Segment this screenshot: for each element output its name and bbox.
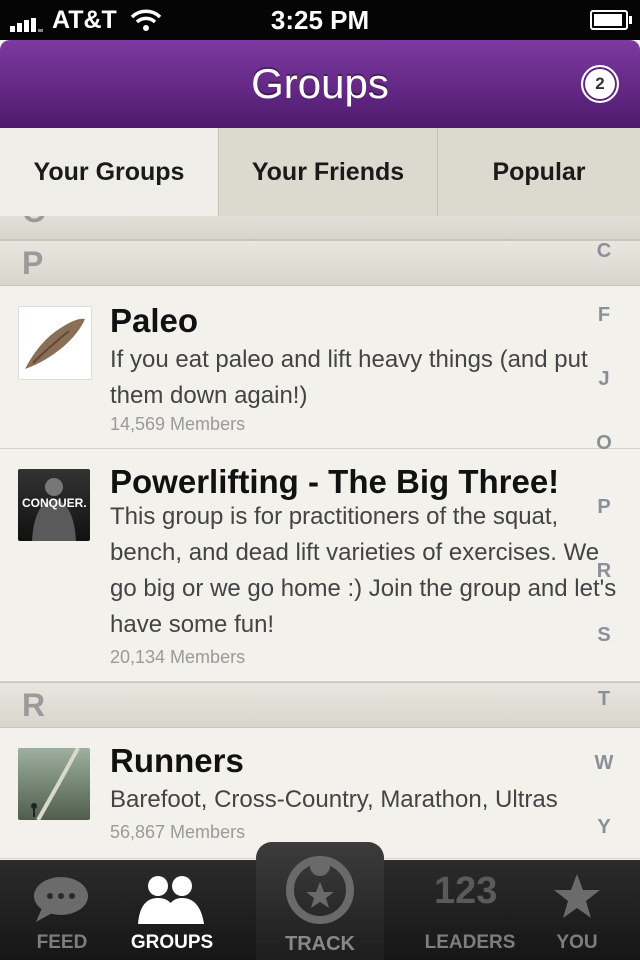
- thumbnail-caption: CONQUER.: [22, 496, 87, 510]
- index-letter[interactable]: C: [584, 240, 624, 263]
- leaderboard-icon: 123: [434, 870, 498, 912]
- index-letter[interactable]: Y: [584, 816, 624, 839]
- group-name: Runners: [110, 742, 244, 779]
- section-letter: P: [22, 245, 44, 281]
- member-count: 20,134 Members: [110, 647, 246, 667]
- section-header-p: P: [0, 240, 640, 286]
- clock-label: 3:25 PM: [270, 5, 370, 35]
- section-index[interactable]: C F J O P R S T W Y: [584, 216, 624, 860]
- tab-you[interactable]: YOU: [540, 860, 614, 960]
- track-icon: [282, 852, 358, 933]
- status-bar: AT&T 3:25 PM: [0, 0, 640, 40]
- index-letter[interactable]: W: [584, 752, 624, 775]
- navigation-bar: Groups 2: [0, 40, 640, 128]
- tab-groups[interactable]: GROUPS: [122, 860, 222, 960]
- index-letter[interactable]: P: [584, 496, 624, 519]
- group-description: Barefoot, Cross-Country, Marathon, Ultra…: [110, 786, 558, 813]
- member-count: 56,867 Members: [110, 822, 246, 842]
- tab-track-label: TRACK: [285, 933, 355, 955]
- group-description: If you eat paleo and lift heavy things (…: [110, 346, 588, 409]
- index-letter[interactable]: F: [584, 304, 624, 327]
- track-button[interactable]: TRACK: [256, 842, 384, 960]
- section-header-r: R: [0, 682, 640, 728]
- group-description: This group is for practitioners of the s…: [110, 503, 617, 638]
- people-icon: [134, 874, 208, 929]
- group-thumbnail: CONQUER.: [18, 469, 90, 541]
- index-letter[interactable]: T: [584, 688, 624, 711]
- tab-feed[interactable]: FEED: [20, 860, 104, 960]
- battery-icon: [590, 10, 632, 30]
- tab-popular[interactable]: Popular: [438, 128, 640, 216]
- index-letter[interactable]: J: [584, 368, 624, 391]
- section-letter: R: [22, 687, 46, 723]
- section-letter: O: [22, 216, 47, 230]
- list-item[interactable]: Runners Barefoot, Cross-Country, Maratho…: [0, 728, 640, 859]
- chat-bubble-icon: [32, 876, 90, 929]
- group-name: Powerlifting - The Big Three!: [110, 463, 560, 500]
- group-thumbnail: [18, 306, 92, 380]
- list-item[interactable]: Paleo If you eat paleo and lift heavy th…: [0, 286, 640, 449]
- group-tabs: Your Groups Your Friends Popular: [0, 128, 640, 217]
- index-letter[interactable]: O: [584, 432, 624, 455]
- tab-you-label: YOU: [556, 932, 598, 953]
- groups-list[interactable]: O P Paleo If you eat paleo and lift heav…: [0, 216, 640, 860]
- group-thumbnail: [18, 748, 90, 820]
- page-title: Groups: [251, 60, 389, 107]
- tab-your-groups[interactable]: Your Groups: [0, 128, 219, 216]
- notification-badge[interactable]: 2: [581, 65, 619, 103]
- index-letter[interactable]: R: [584, 560, 624, 583]
- star-icon: [552, 872, 602, 925]
- member-count: 14,569 Members: [110, 414, 246, 434]
- tab-your-friends[interactable]: Your Friends: [219, 128, 438, 216]
- list-item[interactable]: CONQUER. Powerlifting - The Big Three! T…: [0, 449, 640, 682]
- index-letter[interactable]: S: [584, 624, 624, 647]
- tab-feed-label: FEED: [36, 932, 88, 953]
- group-name: Paleo: [110, 302, 199, 339]
- tab-leaders[interactable]: 123 LEADERS: [418, 860, 522, 960]
- section-header-o: O: [0, 216, 640, 240]
- tab-leaders-label: LEADERS: [424, 932, 516, 953]
- tab-groups-label: GROUPS: [130, 932, 214, 953]
